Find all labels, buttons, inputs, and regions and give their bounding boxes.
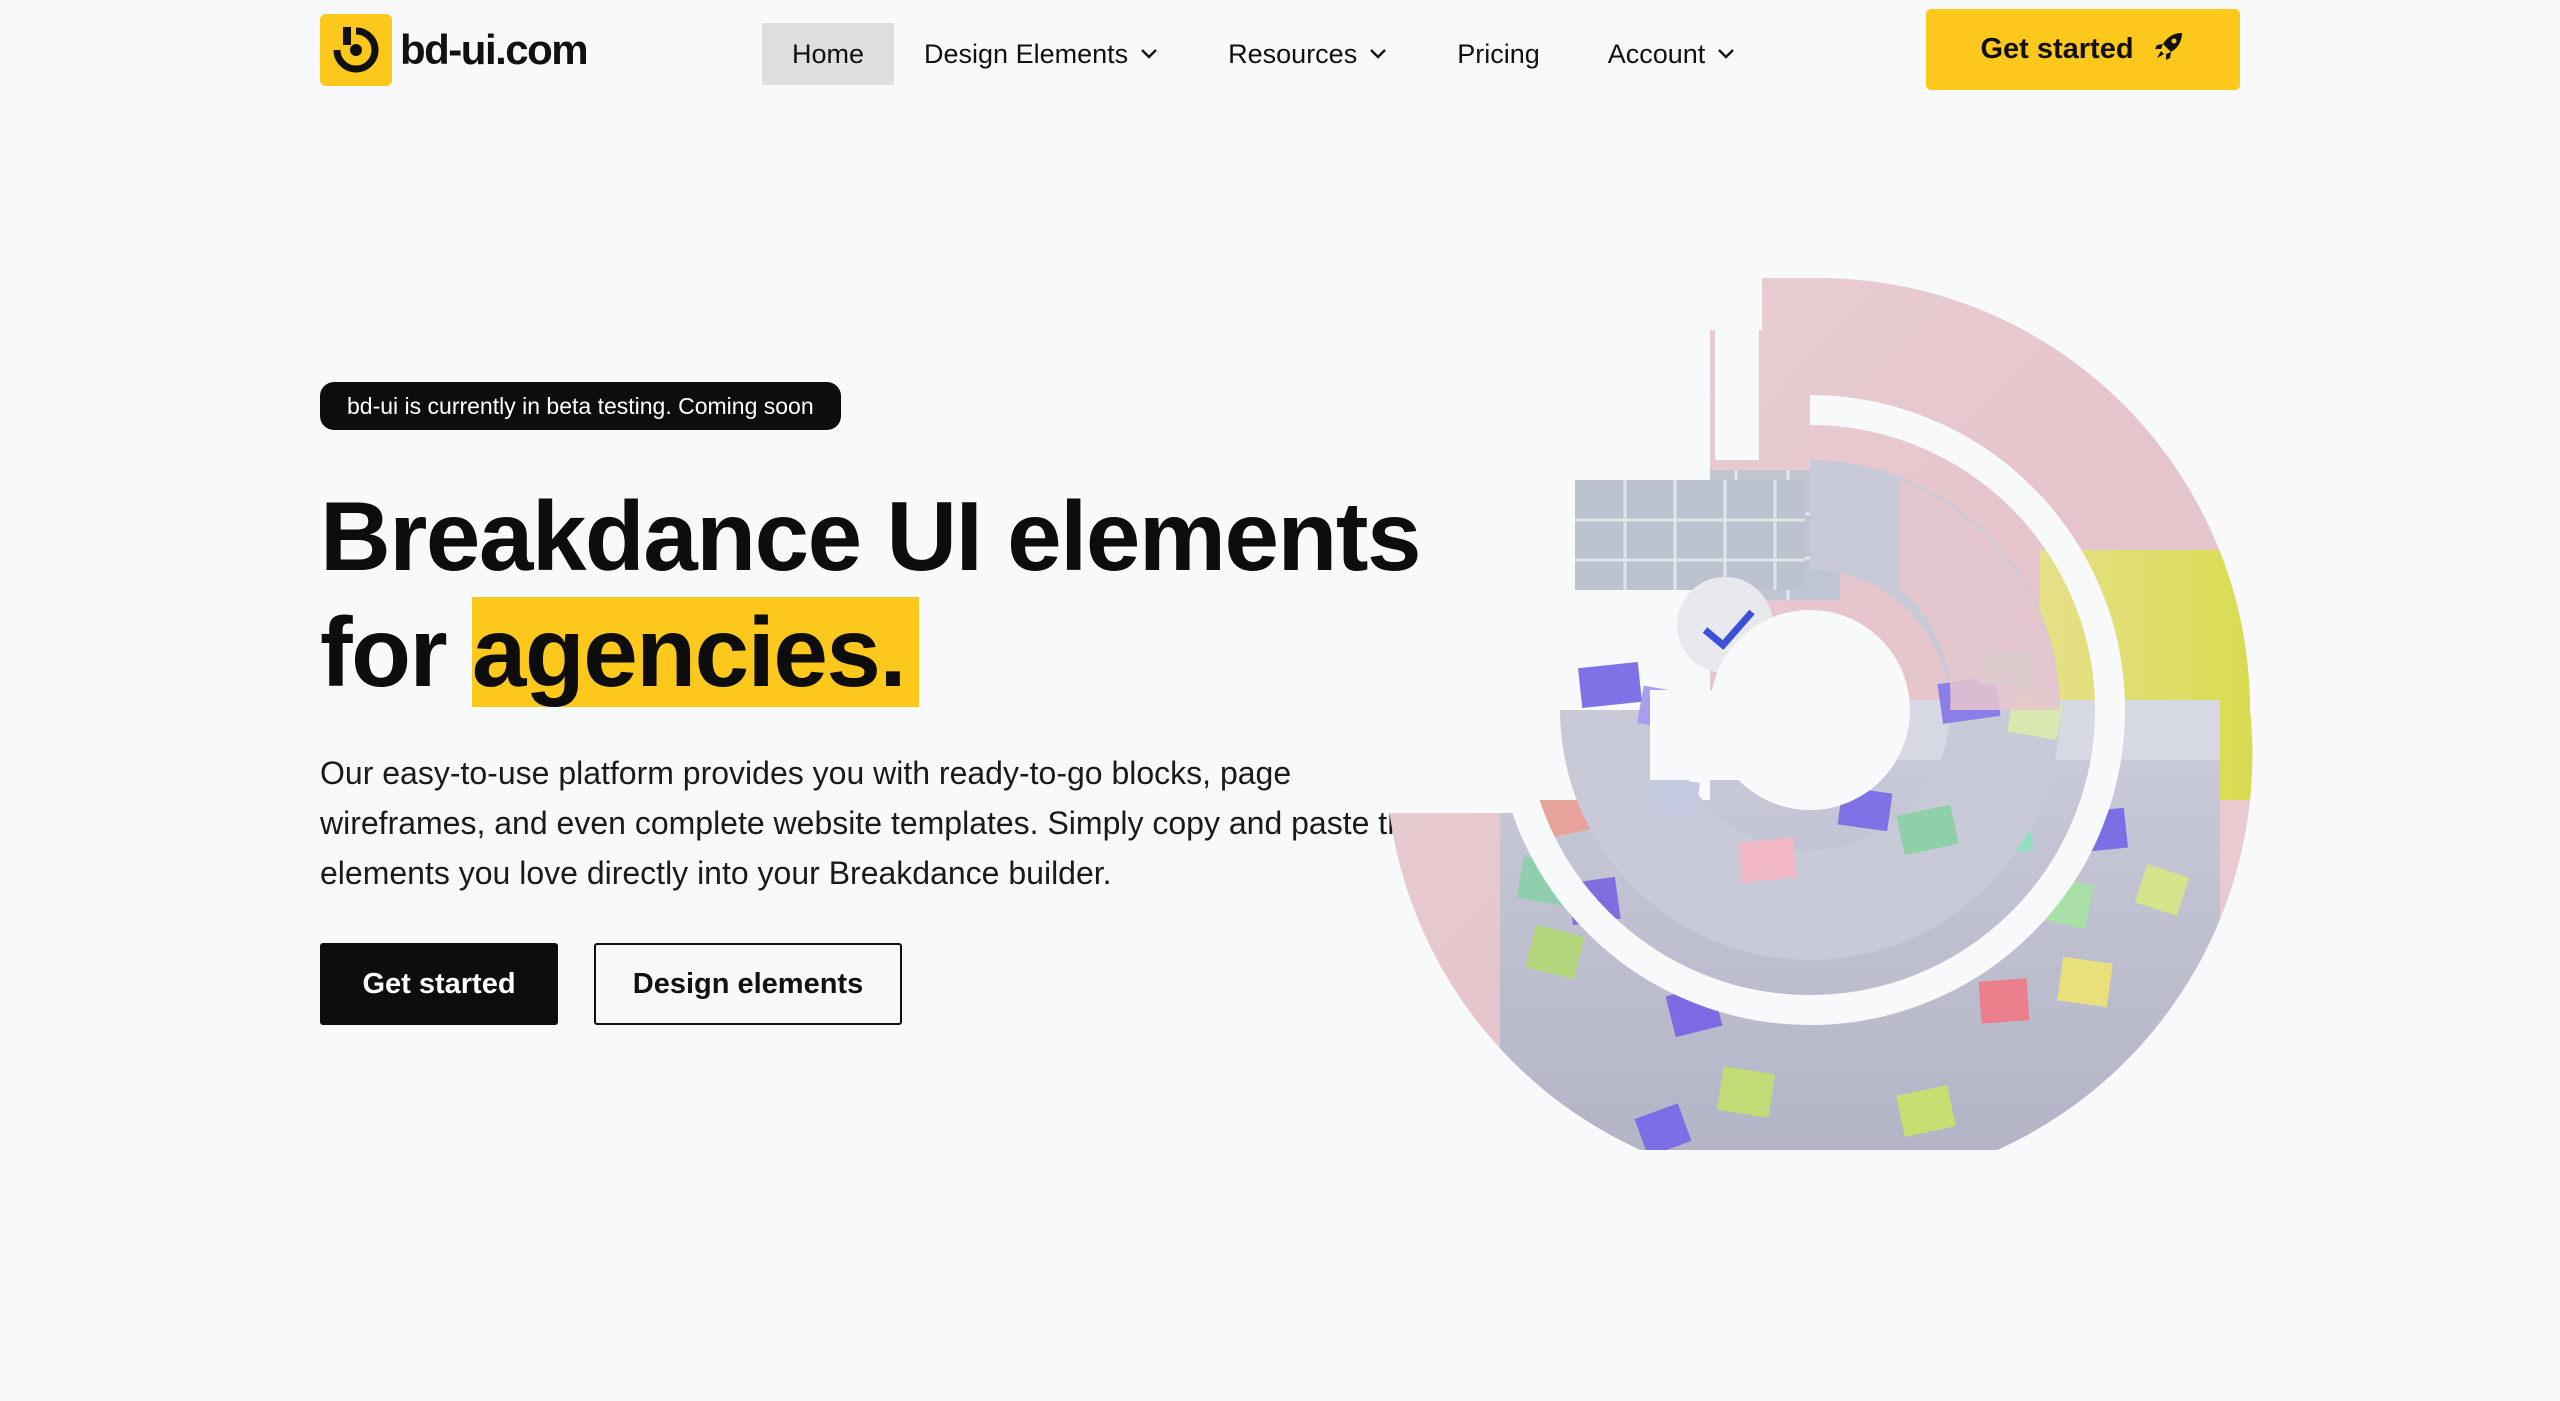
header-cta-label: Get started bbox=[1980, 33, 2134, 65]
header-get-started-button[interactable]: Get started bbox=[1926, 9, 2240, 90]
hero-headline: Breakdance UI elements for agencies. bbox=[320, 478, 1460, 710]
get-started-button[interactable]: Get started bbox=[320, 943, 558, 1025]
hero-description: Our easy-to-use platform provides you wi… bbox=[320, 755, 1423, 891]
nav-item-design-elements[interactable]: Design Elements bbox=[902, 23, 1190, 85]
chevron-down-icon bbox=[1715, 43, 1737, 65]
main-nav: Home Design Elements Resources Pricing A… bbox=[762, 23, 1775, 85]
chevron-down-icon bbox=[1138, 43, 1160, 65]
headline-line-1: Breakdance UI elements bbox=[320, 481, 1421, 591]
nav-item-label: Pricing bbox=[1457, 38, 1540, 69]
rocket-icon bbox=[2152, 29, 2186, 71]
nav-item-label: Design Elements bbox=[924, 38, 1129, 69]
site-logo[interactable]: bd-ui.com bbox=[320, 14, 589, 86]
logo-mark-icon bbox=[320, 14, 392, 86]
chevron-down-icon bbox=[1367, 43, 1389, 65]
design-elements-button[interactable]: Design elements bbox=[594, 943, 902, 1025]
nav-item-pricing[interactable]: Pricing bbox=[1427, 23, 1570, 85]
brand-ring-image bbox=[1380, 270, 2253, 1157]
beta-badge: bd-ui is currently in beta testing. Comi… bbox=[320, 382, 841, 430]
nav-item-label: Home bbox=[792, 38, 865, 69]
logo-text: bd-ui.com bbox=[400, 26, 589, 73]
nav-item-home[interactable]: Home bbox=[762, 23, 895, 85]
nav-item-label: Account bbox=[1607, 38, 1706, 69]
headline-line-2-prefix: for bbox=[320, 597, 472, 707]
nav-item-account[interactable]: Account bbox=[1578, 23, 1768, 85]
nav-item-resources[interactable]: Resources bbox=[1198, 23, 1419, 85]
nav-item-label: Resources bbox=[1228, 38, 1358, 69]
headline-highlight: agencies. bbox=[471, 597, 920, 707]
site-header: bd-ui.com Home Design Elements Resources… bbox=[0, 0, 2560, 110]
hero-illustration bbox=[1380, 270, 2260, 1157]
